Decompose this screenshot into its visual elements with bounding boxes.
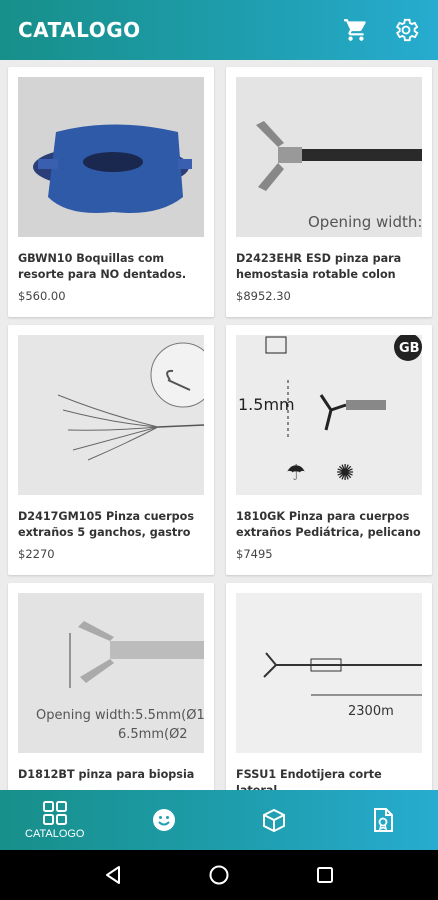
product-title: FSSU1 Endotijera corte lateral bbox=[236, 768, 382, 790]
nav-catalog[interactable]: CATALOGO bbox=[0, 790, 110, 850]
settings-button[interactable] bbox=[388, 12, 424, 48]
cart-button[interactable] bbox=[338, 12, 374, 48]
product-title: GBWN10 Boquillas com resorte para NO den… bbox=[18, 252, 187, 281]
box-icon bbox=[262, 808, 285, 833]
catalog-grid-icon bbox=[42, 801, 67, 825]
product-image: Opening width:7 bbox=[236, 77, 422, 237]
svg-text:✺: ✺ bbox=[336, 461, 354, 486]
product-image: 2300m bbox=[236, 593, 422, 753]
app-bar: CATALOGO bbox=[0, 0, 438, 60]
product-title: D2417GM105 Pinza cuerpos extraños 5 ganc… bbox=[18, 510, 194, 539]
document-icon bbox=[374, 808, 394, 832]
product-image bbox=[18, 77, 204, 237]
nav-box[interactable] bbox=[219, 790, 329, 850]
product-card[interactable]: D2417GM105 Pinza cuerpos extraños 5 ganc… bbox=[8, 325, 214, 575]
system-navigation-bar bbox=[0, 850, 438, 900]
product-title: D2423EHR ESD pinza para hemostasia rotab… bbox=[236, 252, 402, 281]
image-caption: 2300m bbox=[348, 704, 394, 719]
smiley-icon bbox=[153, 809, 176, 831]
product-title: 1810GK Pinza para cuerpos extraños Pediá… bbox=[236, 510, 421, 539]
image-badge: GB bbox=[399, 341, 420, 356]
back-icon[interactable] bbox=[102, 864, 124, 886]
product-price: $8952.30 bbox=[236, 289, 291, 303]
nav-document[interactable] bbox=[329, 790, 438, 850]
product-price: $560.00 bbox=[18, 289, 66, 303]
home-icon[interactable] bbox=[208, 864, 230, 886]
product-price: $2270 bbox=[18, 547, 55, 561]
product-image bbox=[18, 335, 204, 495]
gear-icon bbox=[395, 18, 419, 42]
image-caption-2: 6.5mm(Ø2 bbox=[118, 727, 188, 742]
cart-icon bbox=[344, 19, 366, 41]
product-price: $7495 bbox=[236, 547, 273, 561]
app-title: CATALOGO bbox=[18, 18, 141, 42]
product-card[interactable]: Opening width:7 D2423EHR ESD pinza para … bbox=[226, 67, 432, 317]
product-image: GB 1.5mm ☂ ✺ bbox=[236, 335, 422, 495]
product-card[interactable]: GBWN10 Boquillas com resorte para NO den… bbox=[8, 67, 214, 317]
product-image: Opening width:5.5mm(Ø1 6.5mm(Ø2 bbox=[18, 593, 204, 753]
nav-smiley[interactable] bbox=[110, 790, 220, 850]
image-caption: 1.5mm bbox=[238, 395, 295, 414]
image-caption: Opening width:5.5mm(Ø1 bbox=[36, 708, 204, 723]
product-card[interactable]: 2300m FSSU1 Endotijera corte lateral bbox=[226, 583, 432, 790]
recents-icon[interactable] bbox=[314, 864, 336, 886]
bottom-navigation: CATALOGO bbox=[0, 790, 438, 850]
product-card[interactable]: GB 1.5mm ☂ ✺ 1810GK Pinza para cuerpos e… bbox=[226, 325, 432, 575]
product-card[interactable]: Opening width:5.5mm(Ø1 6.5mm(Ø2 D1812BT … bbox=[8, 583, 214, 790]
app-screen: CATALOGO GBWN10 Boquillas com resorte pa… bbox=[0, 0, 438, 900]
nav-catalog-label: CATALOGO bbox=[25, 828, 85, 840]
image-caption: Opening width:7 bbox=[308, 213, 422, 231]
product-grid: GBWN10 Boquillas com resorte para NO den… bbox=[0, 60, 438, 790]
product-title: D1812BT pinza para biopsia bbox=[18, 768, 195, 781]
svg-text:☂: ☂ bbox=[286, 461, 306, 486]
